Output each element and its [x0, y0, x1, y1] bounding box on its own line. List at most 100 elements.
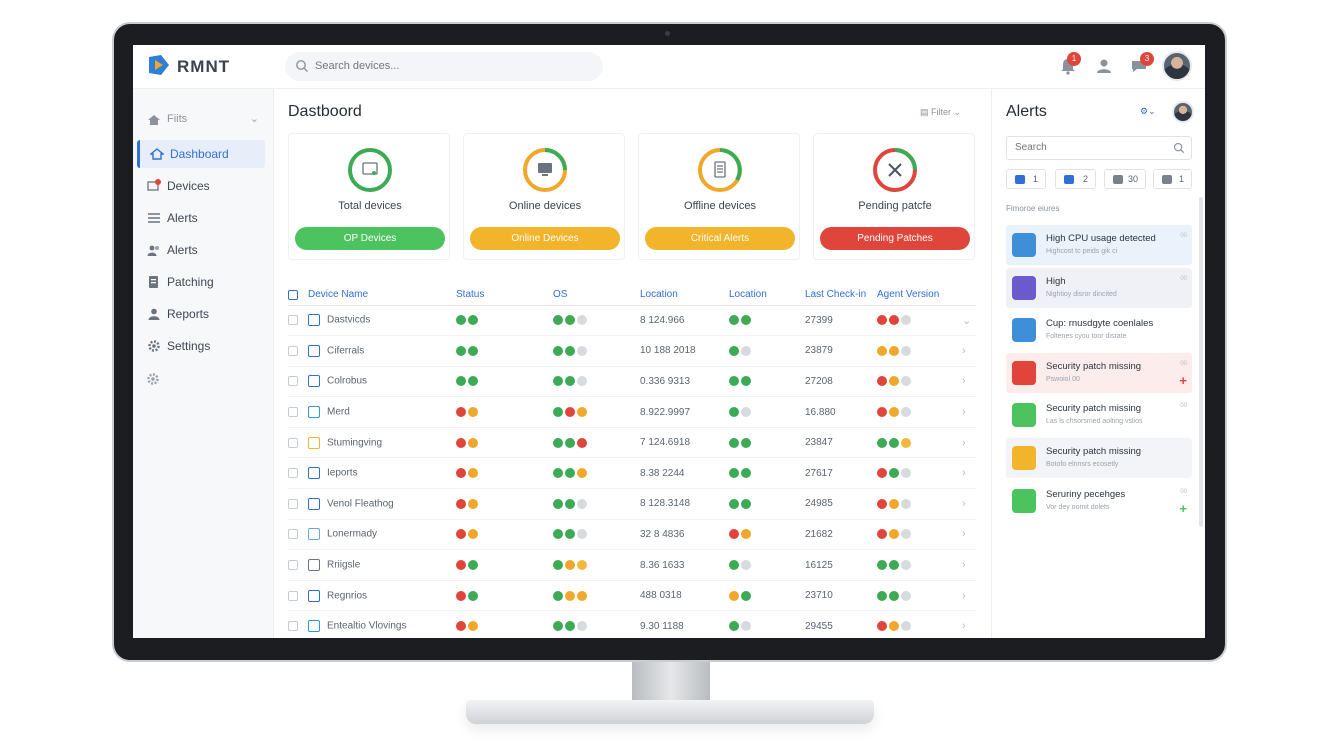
alert-filter-chip[interactable]: 2 — [1055, 169, 1096, 189]
user-avatar[interactable] — [1162, 51, 1192, 81]
row-chevron-icon[interactable]: ⌄ — [962, 305, 976, 337]
row-checkbox[interactable] — [288, 590, 298, 601]
sidebar-item-dashboard[interactable]: Dashboard — [137, 140, 265, 168]
stat-card-total[interactable]: Total devices OP Devices — [288, 133, 450, 260]
os-dot — [577, 529, 587, 540]
column-location-2[interactable]: Location — [729, 285, 805, 306]
agent-dot — [877, 529, 887, 540]
sidebar-item-devices[interactable]: Devices — [137, 172, 265, 200]
device-name[interactable]: Colrobus — [327, 376, 367, 387]
device-name[interactable]: Ciferrals — [327, 346, 364, 357]
add-icon[interactable]: + — [1179, 501, 1187, 516]
column-os[interactable]: OS — [553, 285, 640, 306]
critical-alerts-button[interactable]: Critical Alerts — [645, 227, 795, 250]
device-name[interactable]: Entealtio Vlovings — [327, 621, 407, 632]
table-row[interactable]: Entealtio Vlovings 9.30 1188 29455 › — [288, 610, 976, 638]
alert-item[interactable]: Security patch missing Las ls chsorsmed a… — [1006, 395, 1192, 436]
filter-button[interactable]: ▤ Filter ⌄ — [920, 107, 961, 118]
online-devices-button[interactable]: Online Devices — [470, 227, 620, 250]
table-row[interactable]: Merd 8.922.9997 16.880 › — [288, 396, 976, 428]
device-name[interactable]: Rriigsle — [327, 560, 360, 571]
row-chevron-icon[interactable]: › — [962, 610, 976, 638]
table-row[interactable]: Ciferrals 10 188 2018 23879 › — [288, 335, 976, 367]
table-row[interactable]: Regnrios 488 0318 23710 › — [288, 580, 976, 612]
table-row[interactable]: Ieports 8.38 2244 27617 › — [288, 457, 976, 490]
row-checkbox[interactable] — [288, 529, 298, 540]
row-checkbox[interactable] — [288, 498, 298, 509]
alert-item[interactable]: Cup: rnusdgyte coenlales Foltenes cyou to… — [1006, 310, 1192, 351]
device-name[interactable]: Venol Fleathog — [327, 499, 394, 510]
table-row[interactable]: Stumingving 7 124.6918 23847 › — [288, 427, 976, 459]
os-dot — [577, 468, 587, 479]
row-chevron-icon[interactable]: › — [962, 396, 976, 428]
alert-filter-chip[interactable]: 1 — [1153, 169, 1192, 189]
row-chevron-icon[interactable]: › — [962, 457, 976, 490]
stat-card-pending[interactable]: Pending patcfe Pending Patches — [813, 133, 975, 260]
table-row[interactable]: Colrobus 0.336 9313 27208 › — [288, 366, 976, 398]
sidebar-item-alerts-users[interactable]: Alerts — [137, 236, 265, 264]
search-input[interactable] — [315, 56, 585, 76]
sidebar-item-reports[interactable]: Reports — [137, 300, 265, 328]
user-avatar[interactable] — [1172, 101, 1194, 123]
row-chevron-icon[interactable]: › — [962, 366, 976, 398]
user-icon[interactable] — [1094, 56, 1114, 76]
alerts-scrollbar[interactable] — [1199, 197, 1203, 527]
row-checkbox[interactable] — [288, 406, 298, 417]
alert-item[interactable]: Seruriny pecehges Vor dey oomit dolets 00 + — [1006, 480, 1192, 521]
column-status[interactable]: Status — [456, 285, 553, 306]
pending-patches-button[interactable]: Pending Patches — [820, 227, 970, 250]
column-device-name[interactable]: Device Name — [308, 285, 456, 306]
monitor-stand-base — [466, 700, 874, 724]
row-checkbox[interactable] — [288, 559, 298, 570]
alert-filter-chip[interactable]: 1 — [1006, 169, 1046, 189]
wrench-icon — [873, 148, 917, 192]
global-search[interactable] — [285, 52, 603, 81]
alerts-settings-icon[interactable]: ⚙⌄ — [1140, 106, 1156, 117]
row-checkbox[interactable] — [288, 315, 298, 326]
table-row[interactable]: Venol Fleathog 8 128.3148 24985 › — [288, 488, 976, 520]
alert-item[interactable]: Security patch missing Pswoiol 00 00 + — [1006, 352, 1192, 393]
device-name[interactable]: Regnrios — [327, 590, 367, 601]
add-icon[interactable]: + — [1179, 373, 1187, 388]
column-location[interactable]: Location — [640, 285, 729, 306]
table-row[interactable]: Lonermady 32 8 4836 21682 › — [288, 519, 976, 551]
alert-item[interactable]: High Nightioy disror dincited 00 — [1006, 267, 1192, 308]
device-name[interactable]: Dastvicds — [327, 315, 370, 326]
stat-card-online[interactable]: Online devices Online Devices — [463, 133, 625, 260]
sidebar-item-patching[interactable]: Patching — [137, 268, 265, 296]
row-checkbox[interactable] — [288, 468, 298, 479]
gear-icon[interactable] — [146, 372, 160, 386]
sidebar-item-settings[interactable]: Settings — [137, 332, 265, 360]
alert-item[interactable]: Security patch missing Botofo elnnsrs eco… — [1006, 438, 1192, 478]
agent-dot — [901, 406, 911, 417]
row-chevron-icon[interactable]: › — [962, 335, 976, 367]
sidebar-filter[interactable]: Fiits ⌄ — [137, 106, 265, 134]
alerts-search-input[interactable] — [1015, 142, 1155, 153]
column-agent-version[interactable]: Agent Version — [877, 285, 962, 306]
device-name[interactable]: Stumingving — [327, 437, 382, 448]
device-name[interactable]: Lonermady — [327, 529, 377, 540]
row-checkbox[interactable] — [288, 621, 298, 632]
sidebar-item-alerts[interactable]: Alerts — [137, 204, 265, 232]
stat-card-offline[interactable]: Offline devices Critical Alerts — [638, 133, 800, 260]
row-checkbox[interactable] — [288, 437, 298, 448]
row-chevron-icon[interactable]: › — [962, 580, 976, 612]
alerts-search[interactable] — [1006, 136, 1192, 160]
row-chevron-icon[interactable]: › — [962, 488, 976, 520]
op-devices-button[interactable]: OP Devices — [295, 227, 445, 250]
device-name[interactable]: Ieports — [327, 468, 358, 479]
column-last-check-in[interactable]: Last Check-in — [805, 285, 877, 306]
alert-meta: 00 — [1180, 403, 1187, 410]
alert-item[interactable]: High CPU usage detected Highcost tc peids… — [1006, 225, 1192, 265]
row-checkbox[interactable] — [288, 345, 298, 356]
row-chevron-icon[interactable]: › — [962, 427, 976, 459]
row-chevron-icon[interactable]: › — [962, 519, 976, 551]
table-row[interactable]: Dastvicds 8 124.966 27399 ⌄ — [288, 305, 976, 337]
device-name[interactable]: Merd — [327, 407, 350, 418]
select-all-checkbox[interactable] — [288, 289, 298, 300]
alert-filter-chip[interactable]: 30 — [1104, 169, 1146, 189]
search-icon[interactable] — [1173, 142, 1185, 154]
table-row[interactable]: Rriigsle 8.36 1633 16125 › — [288, 549, 976, 581]
row-checkbox[interactable] — [288, 376, 298, 387]
row-chevron-icon[interactable]: › — [962, 549, 976, 581]
